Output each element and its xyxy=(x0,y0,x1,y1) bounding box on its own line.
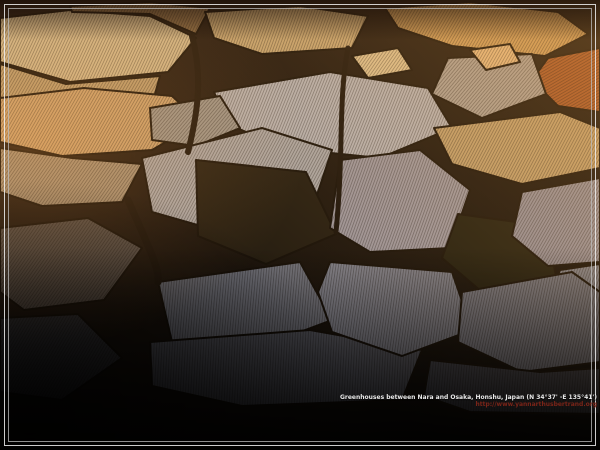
wallpaper: Greenhouses between Nara and Osaka, Hons… xyxy=(0,0,600,450)
photo-bottom-shadow xyxy=(0,0,600,450)
caption-text: Greenhouses between Nara and Osaka, Hons… xyxy=(340,394,597,401)
aerial-photo xyxy=(0,0,600,450)
photo-credit-url: http://www.yannarthusbertrand.org xyxy=(340,401,597,408)
photo-caption: Greenhouses between Nara and Osaka, Hons… xyxy=(340,394,597,408)
